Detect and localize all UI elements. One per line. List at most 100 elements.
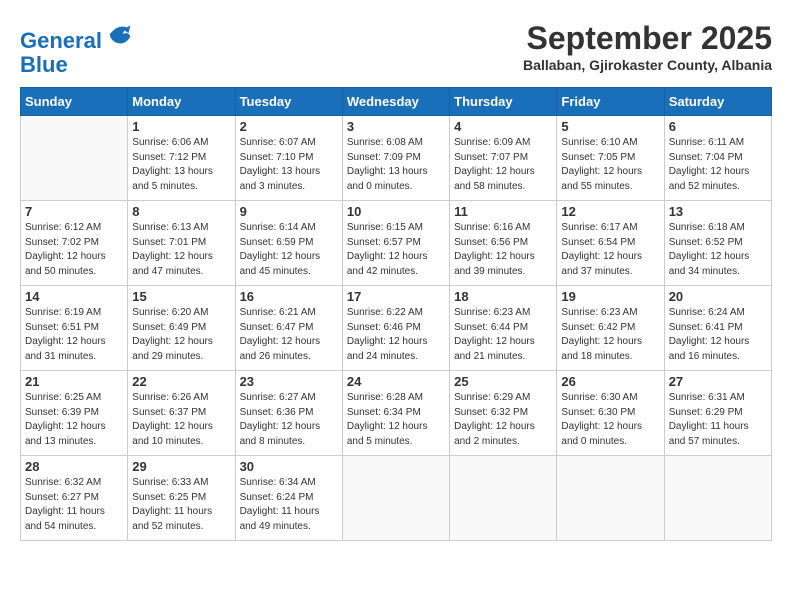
calendar-cell: 14 Sunrise: 6:19 AM Sunset: 6:51 PM Dayli… xyxy=(21,286,128,371)
calendar-cell: 9 Sunrise: 6:14 AM Sunset: 6:59 PM Daylig… xyxy=(235,201,342,286)
calendar-cell: 24 Sunrise: 6:28 AM Sunset: 6:34 PM Dayli… xyxy=(342,371,449,456)
day-number: 22 xyxy=(132,374,230,389)
calendar-cell: 21Sunrise: 6:25 AM Sunset: 6:39 PM Dayli… xyxy=(21,371,128,456)
calendar-cell: 16 Sunrise: 6:21 AM Sunset: 6:47 PM Dayli… xyxy=(235,286,342,371)
week-row-4: 21Sunrise: 6:25 AM Sunset: 6:39 PM Dayli… xyxy=(21,371,772,456)
day-info: Sunrise: 6:20 AM Sunset: 6:49 PM Dayligh… xyxy=(132,306,230,364)
day-number: 19 xyxy=(561,289,659,304)
day-info: Sunrise: 6:19 AM Sunset: 6:51 PM Dayligh… xyxy=(25,306,123,364)
day-info: Sunrise: 6:18 AM Sunset: 6:52 PM Dayligh… xyxy=(669,221,767,279)
logo-general: General xyxy=(20,28,102,53)
day-info: Sunrise: 6:24 AM Sunset: 6:41 PM Dayligh… xyxy=(669,306,767,364)
calendar-cell: 3 Sunrise: 6:08 AM Sunset: 7:09 PM Daylig… xyxy=(342,116,449,201)
logo-blue: Blue xyxy=(20,53,134,77)
day-info: Sunrise: 6:14 AM Sunset: 6:59 PM Dayligh… xyxy=(240,221,338,279)
calendar-cell xyxy=(557,456,664,541)
weekday-header-row: SundayMondayTuesdayWednesdayThursdayFrid… xyxy=(21,88,772,116)
day-number: 1 xyxy=(132,119,230,134)
day-info: Sunrise: 6:10 AM Sunset: 7:05 PM Dayligh… xyxy=(561,136,659,194)
calendar-cell: 12 Sunrise: 6:17 AM Sunset: 6:54 PM Dayli… xyxy=(557,201,664,286)
day-info: Sunrise: 6:11 AM Sunset: 7:04 PM Dayligh… xyxy=(669,136,767,194)
day-number: 18 xyxy=(454,289,552,304)
day-info: Sunrise: 6:30 AM Sunset: 6:30 PM Dayligh… xyxy=(561,391,659,449)
day-number: 20 xyxy=(669,289,767,304)
calendar-cell: 25 Sunrise: 6:29 AM Sunset: 6:32 PM Dayli… xyxy=(450,371,557,456)
day-number: 3 xyxy=(347,119,445,134)
calendar-cell: 4 Sunrise: 6:09 AM Sunset: 7:07 PM Daylig… xyxy=(450,116,557,201)
weekday-header-thursday: Thursday xyxy=(450,88,557,116)
weekday-header-wednesday: Wednesday xyxy=(342,88,449,116)
calendar-cell: 5 Sunrise: 6:10 AM Sunset: 7:05 PM Daylig… xyxy=(557,116,664,201)
day-info: Sunrise: 6:23 AM Sunset: 6:44 PM Dayligh… xyxy=(454,306,552,364)
day-info: Sunrise: 6:34 AM Sunset: 6:24 PM Dayligh… xyxy=(240,476,338,534)
day-info: Sunrise: 6:33 AM Sunset: 6:25 PM Dayligh… xyxy=(132,476,230,534)
day-number: 15 xyxy=(132,289,230,304)
weekday-header-monday: Monday xyxy=(128,88,235,116)
day-number: 9 xyxy=(240,204,338,219)
calendar-cell: 17Sunrise: 6:22 AM Sunset: 6:46 PM Dayli… xyxy=(342,286,449,371)
day-info: Sunrise: 6:32 AM Sunset: 6:27 PM Dayligh… xyxy=(25,476,123,534)
day-info: Sunrise: 6:21 AM Sunset: 6:47 PM Dayligh… xyxy=(240,306,338,364)
day-info: Sunrise: 6:13 AM Sunset: 7:01 PM Dayligh… xyxy=(132,221,230,279)
day-info: Sunrise: 6:29 AM Sunset: 6:32 PM Dayligh… xyxy=(454,391,552,449)
logo-icon xyxy=(106,20,134,48)
day-number: 16 xyxy=(240,289,338,304)
calendar-cell: 10 Sunrise: 6:15 AM Sunset: 6:57 PM Dayli… xyxy=(342,201,449,286)
calendar-cell xyxy=(450,456,557,541)
day-number: 29 xyxy=(132,459,230,474)
day-number: 25 xyxy=(454,374,552,389)
calendar-cell xyxy=(664,456,771,541)
calendar-cell: 28 Sunrise: 6:32 AM Sunset: 6:27 PM Dayli… xyxy=(21,456,128,541)
day-info: Sunrise: 6:15 AM Sunset: 6:57 PM Dayligh… xyxy=(347,221,445,279)
week-row-3: 14 Sunrise: 6:19 AM Sunset: 6:51 PM Dayli… xyxy=(21,286,772,371)
day-number: 13 xyxy=(669,204,767,219)
calendar-cell: 1 Sunrise: 6:06 AM Sunset: 7:12 PM Daylig… xyxy=(128,116,235,201)
day-info: Sunrise: 6:16 AM Sunset: 6:56 PM Dayligh… xyxy=(454,221,552,279)
title-block: September 2025 Ballaban, Gjirokaster Cou… xyxy=(523,20,772,73)
weekday-header-saturday: Saturday xyxy=(664,88,771,116)
day-number: 2 xyxy=(240,119,338,134)
day-number: 21 xyxy=(25,374,123,389)
week-row-1: 1 Sunrise: 6:06 AM Sunset: 7:12 PM Daylig… xyxy=(21,116,772,201)
day-info: Sunrise: 6:06 AM Sunset: 7:12 PM Dayligh… xyxy=(132,136,230,194)
calendar-cell: 11Sunrise: 6:16 AM Sunset: 6:56 PM Dayli… xyxy=(450,201,557,286)
day-number: 28 xyxy=(25,459,123,474)
weekday-header-tuesday: Tuesday xyxy=(235,88,342,116)
day-number: 12 xyxy=(561,204,659,219)
day-number: 5 xyxy=(561,119,659,134)
calendar-cell: 7 Sunrise: 6:12 AM Sunset: 7:02 PM Daylig… xyxy=(21,201,128,286)
day-info: Sunrise: 6:31 AM Sunset: 6:29 PM Dayligh… xyxy=(669,391,767,449)
calendar-cell: 13 Sunrise: 6:18 AM Sunset: 6:52 PM Dayli… xyxy=(664,201,771,286)
calendar-cell: 23 Sunrise: 6:27 AM Sunset: 6:36 PM Dayli… xyxy=(235,371,342,456)
calendar-cell: 2Sunrise: 6:07 AM Sunset: 7:10 PM Daylig… xyxy=(235,116,342,201)
page-header: General Blue September 2025 Ballaban, Gj… xyxy=(20,20,772,77)
day-info: Sunrise: 6:08 AM Sunset: 7:09 PM Dayligh… xyxy=(347,136,445,194)
calendar-cell: 18 Sunrise: 6:23 AM Sunset: 6:44 PM Dayli… xyxy=(450,286,557,371)
day-number: 4 xyxy=(454,119,552,134)
day-number: 24 xyxy=(347,374,445,389)
calendar-cell: 20 Sunrise: 6:24 AM Sunset: 6:41 PM Dayli… xyxy=(664,286,771,371)
day-info: Sunrise: 6:23 AM Sunset: 6:42 PM Dayligh… xyxy=(561,306,659,364)
calendar-cell: 8 Sunrise: 6:13 AM Sunset: 7:01 PM Daylig… xyxy=(128,201,235,286)
day-number: 17 xyxy=(347,289,445,304)
day-info: Sunrise: 6:28 AM Sunset: 6:34 PM Dayligh… xyxy=(347,391,445,449)
day-info: Sunrise: 6:12 AM Sunset: 7:02 PM Dayligh… xyxy=(25,221,123,279)
day-number: 8 xyxy=(132,204,230,219)
calendar-cell: 22Sunrise: 6:26 AM Sunset: 6:37 PM Dayli… xyxy=(128,371,235,456)
calendar-cell: 29 Sunrise: 6:33 AM Sunset: 6:25 PM Dayli… xyxy=(128,456,235,541)
day-number: 23 xyxy=(240,374,338,389)
day-info: Sunrise: 6:27 AM Sunset: 6:36 PM Dayligh… xyxy=(240,391,338,449)
day-number: 30 xyxy=(240,459,338,474)
day-number: 10 xyxy=(347,204,445,219)
calendar-table: SundayMondayTuesdayWednesdayThursdayFrid… xyxy=(20,87,772,541)
day-number: 6 xyxy=(669,119,767,134)
calendar-cell: 15 Sunrise: 6:20 AM Sunset: 6:49 PM Dayli… xyxy=(128,286,235,371)
calendar-cell: 26Sunrise: 6:30 AM Sunset: 6:30 PM Dayli… xyxy=(557,371,664,456)
day-info: Sunrise: 6:09 AM Sunset: 7:07 PM Dayligh… xyxy=(454,136,552,194)
calendar-cell xyxy=(21,116,128,201)
weekday-header-sunday: Sunday xyxy=(21,88,128,116)
day-number: 27 xyxy=(669,374,767,389)
day-info: Sunrise: 6:17 AM Sunset: 6:54 PM Dayligh… xyxy=(561,221,659,279)
day-number: 14 xyxy=(25,289,123,304)
day-number: 7 xyxy=(25,204,123,219)
